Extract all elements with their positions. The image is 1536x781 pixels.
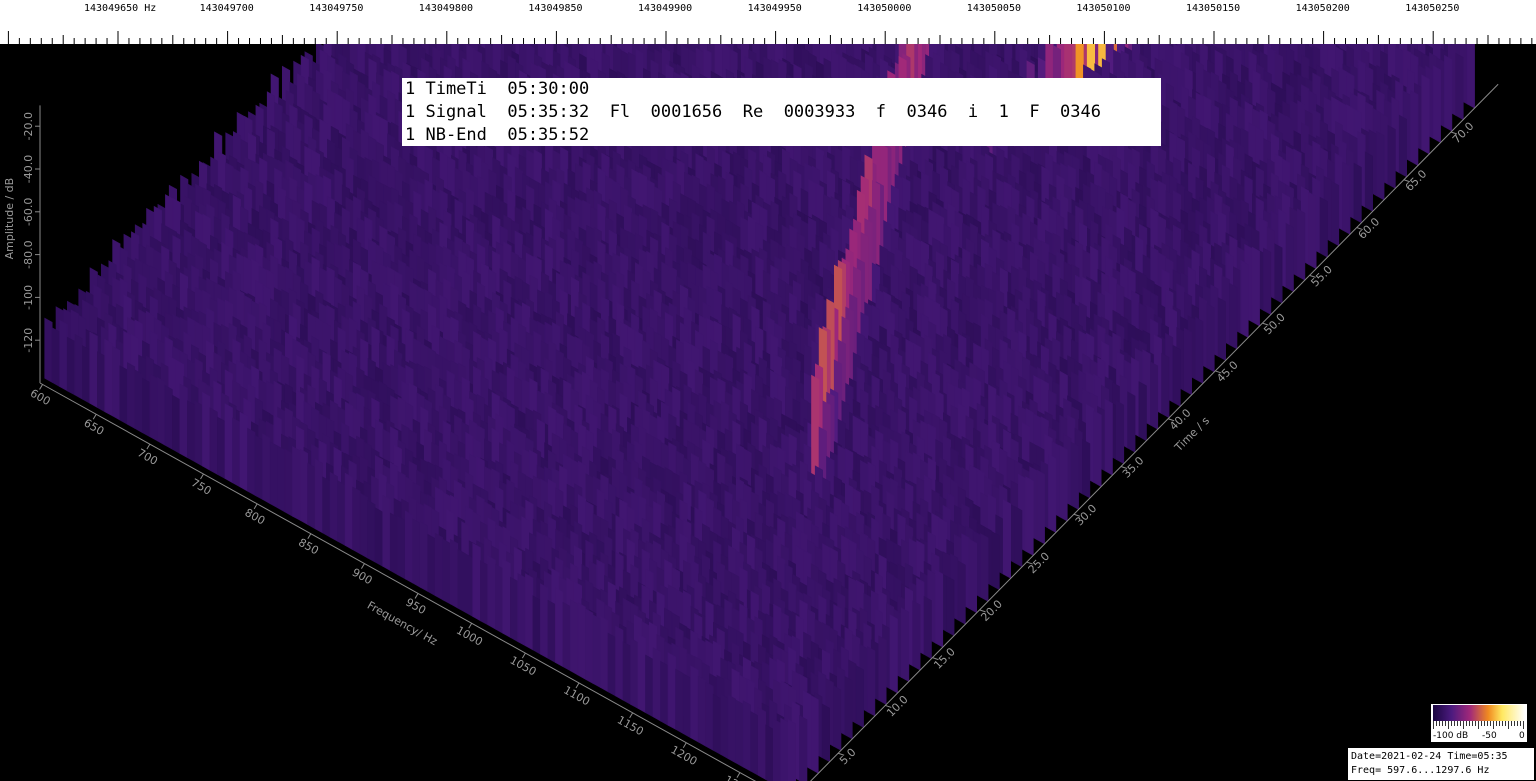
spectrum-bin: [1025, 476, 1034, 556]
spectrum-bin: [968, 538, 978, 614]
spectrum-bin: [1251, 246, 1260, 327]
spectrum-bin: [946, 575, 955, 637]
spectrum-bin: [1342, 161, 1351, 235]
spectrum-surface: [44, 44, 1475, 781]
spectrum-bin: [1387, 124, 1396, 189]
spectrum-bin: [957, 560, 966, 625]
spectrum-bin: [1116, 400, 1125, 465]
spectrum-bin: [1421, 74, 1430, 155]
spectrum-bin: [1150, 361, 1159, 430]
spectrum-bin: [1002, 499, 1012, 579]
spectrum-bin: [1048, 453, 1057, 533]
spectrum-bin: [1206, 303, 1215, 373]
spectrum-bin: [1308, 191, 1317, 270]
spectrum-bin: [1410, 89, 1419, 167]
spectrum-bin: [1059, 444, 1068, 522]
spectrum-bin: [1466, 44, 1475, 109]
spectrum-bin: [1036, 469, 1045, 545]
spectrum-bin: [980, 533, 989, 602]
spectrum-bin: [991, 531, 1000, 591]
spectrum-bin: [1285, 222, 1294, 293]
spectrum-bin: [1364, 151, 1373, 212]
frequency-ruler: 143049650 Hz 143049700 143049750 143049800 1…: [0, 0, 1536, 44]
spectrum-bin: [1274, 243, 1283, 304]
spectrum-bin: [1331, 180, 1340, 247]
spectrum-bin: [1070, 441, 1079, 511]
spectrum-bin: [1161, 352, 1170, 419]
spectrum-bin: [1376, 130, 1385, 201]
spectrum-bin: [1217, 297, 1226, 361]
spectrum-bin: [1014, 505, 1023, 568]
spectrum-bin: [1183, 327, 1192, 396]
spectrum-bin: [1195, 316, 1204, 384]
spectrum-bin: [1229, 282, 1238, 350]
spectrum-bin: [1398, 114, 1407, 178]
spectrum-bin: [1240, 259, 1249, 339]
spectrum-bin: [1082, 439, 1091, 499]
spectrum-bin: [1353, 162, 1362, 224]
spectrum-bin: [1455, 52, 1464, 121]
spectrum-bin: [1319, 196, 1328, 258]
spectrum-bin: [1172, 344, 1181, 407]
spectrum-bin: [1104, 398, 1113, 476]
spectrum-bin: [1127, 391, 1136, 453]
spectrum-bin: [1263, 247, 1272, 316]
spectrum-bin: [1138, 381, 1147, 442]
spectrum-bin: [1432, 65, 1441, 144]
ruler-ticks: [7, 31, 1533, 44]
spectrum-bin: [1297, 208, 1306, 281]
waterfall-plot: 6006507007508008509009501000105011001150…: [3, 44, 1499, 781]
spectrum-bin: [1093, 410, 1102, 488]
spectrum-bin: [1444, 54, 1453, 132]
